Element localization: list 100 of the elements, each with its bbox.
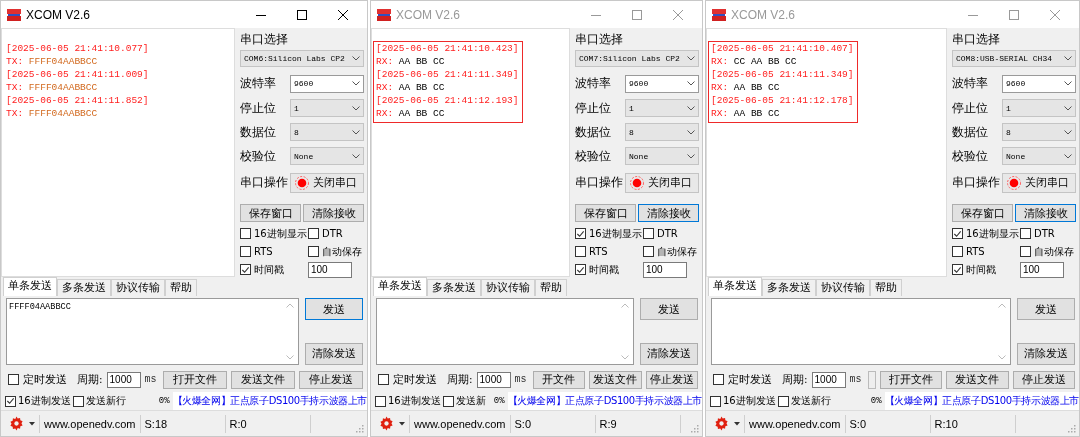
checkbox[interactable] (643, 246, 654, 257)
checkbox[interactable] (1020, 228, 1031, 239)
setting-dropdown[interactable]: 8 (1002, 123, 1076, 142)
send-button[interactable]: 发送 (640, 298, 698, 320)
checkbox[interactable] (240, 246, 251, 257)
checkbox[interactable] (575, 228, 586, 239)
checkbox[interactable] (8, 374, 19, 386)
unit-text: ms (514, 374, 527, 386)
caret-icon[interactable] (399, 421, 405, 426)
file-button[interactable]: 开文件 (532, 370, 586, 389)
checkbox[interactable] (713, 374, 724, 386)
website-link[interactable]: www.openedv.com (409, 414, 510, 433)
checkbox[interactable] (777, 395, 789, 407)
setting-dropdown[interactable]: 9600 (1002, 74, 1076, 93)
send-button[interactable]: 发送 (305, 298, 363, 320)
resize-grip-icon[interactable] (691, 424, 699, 433)
port-dropdown[interactable]: COM7:Silicon Labs CP2 (575, 50, 699, 68)
caret-icon[interactable] (734, 421, 740, 426)
file-button[interactable]: 停止发送 (645, 370, 698, 389)
checkbox[interactable] (710, 395, 721, 407)
checkbox[interactable] (952, 246, 963, 257)
setting-dropdown[interactable]: 9600 (290, 74, 364, 93)
interval-field[interactable]: 100 (1020, 261, 1064, 278)
file-button[interactable]: 发送文件 (589, 370, 642, 389)
setting-dropdown[interactable]: 9600 (625, 74, 699, 93)
tab[interactable]: 多条发送 (57, 279, 111, 296)
tab[interactable]: 单条发送 (708, 277, 762, 296)
tab[interactable]: 帮助 (870, 279, 902, 296)
caret-icon[interactable] (29, 421, 35, 426)
setting-dropdown[interactable]: 1 (1002, 99, 1076, 118)
panel-button[interactable]: 清除接收 (638, 204, 699, 222)
tab[interactable]: 单条发送 (3, 277, 57, 296)
setting-label: 数据位 (240, 124, 277, 140)
checkbox[interactable] (575, 246, 586, 257)
port-toggle-button[interactable]: 关闭串口 (625, 172, 699, 193)
interval-field[interactable]: 100 (643, 261, 687, 278)
tab[interactable]: 帮助 (535, 279, 567, 296)
website-link[interactable]: www.openedv.com (39, 414, 140, 433)
gear-icon[interactable] (9, 416, 24, 432)
setting-dropdown[interactable]: None (625, 147, 699, 166)
send-button[interactable]: 清除发送 (1017, 342, 1075, 365)
panel-button[interactable]: 保存窗口 (240, 204, 301, 222)
website-link[interactable]: www.openedv.com (744, 414, 845, 433)
tab[interactable]: 协议传输 (481, 279, 535, 296)
ad-link[interactable]: 【火爆全网】正点原子DS100手持示波器上市 (507, 392, 702, 411)
checkbox[interactable] (643, 228, 654, 239)
checkbox[interactable] (952, 264, 963, 275)
interval-field[interactable]: 100 (308, 261, 352, 278)
checkbox[interactable] (375, 395, 386, 407)
send-button[interactable]: 发送 (1017, 298, 1075, 320)
resize-grip-icon[interactable] (1068, 424, 1076, 433)
send-button[interactable]: 清除发送 (305, 342, 363, 365)
file-button[interactable]: 停止发送 (1012, 370, 1075, 389)
gear-icon[interactable] (714, 416, 729, 432)
panel-button[interactable]: 清除接收 (1015, 204, 1076, 222)
checkbox[interactable] (575, 264, 586, 275)
checkbox[interactable] (378, 374, 389, 386)
period-field[interactable]: 1000 (811, 371, 846, 388)
period-field[interactable]: 1000 (476, 371, 511, 388)
setting-dropdown[interactable]: 8 (625, 123, 699, 142)
checkbox[interactable] (240, 228, 251, 239)
tab[interactable]: 多条发送 (427, 279, 481, 296)
ad-link[interactable]: 【火爆全网】正点原子DS100手持示波器上市 (172, 392, 367, 411)
checkbox[interactable] (308, 228, 319, 239)
setting-dropdown[interactable]: None (1002, 147, 1076, 166)
port-toggle-button[interactable]: 关闭串口 (290, 172, 364, 193)
close-icon[interactable] (338, 9, 348, 20)
panel-button[interactable]: 清除接收 (303, 204, 364, 222)
tab[interactable]: 协议传输 (111, 279, 165, 296)
checkbox[interactable] (952, 228, 963, 239)
setting-dropdown[interactable]: 8 (290, 123, 364, 142)
checkbox[interactable] (72, 395, 84, 407)
resize-grip-icon[interactable] (356, 424, 364, 433)
send-button[interactable]: 清除发送 (640, 342, 698, 365)
tab[interactable]: 单条发送 (373, 277, 427, 296)
checkbox[interactable] (442, 395, 454, 407)
port-toggle-button[interactable]: 关闭串口 (1002, 172, 1076, 193)
setting-dropdown[interactable]: 1 (290, 99, 364, 118)
panel-button[interactable]: 保存窗口 (952, 204, 1013, 222)
tab[interactable]: 帮助 (165, 279, 197, 296)
setting-dropdown[interactable]: None (290, 147, 364, 166)
file-button[interactable]: 发送文件 (946, 370, 1009, 389)
file-button[interactable]: 停止发送 (298, 370, 363, 389)
checkbox[interactable] (240, 264, 251, 275)
port-dropdown[interactable]: COM8:USB-SERIAL CH34 (952, 50, 1076, 68)
tab[interactable]: 多条发送 (762, 279, 816, 296)
panel-button[interactable]: 保存窗口 (575, 204, 636, 222)
maximize-icon[interactable] (297, 9, 307, 20)
tab[interactable]: 协议传输 (816, 279, 870, 296)
file-button[interactable]: 打开文件 (879, 370, 943, 389)
checkbox[interactable] (5, 395, 16, 407)
gear-icon[interactable] (379, 416, 394, 432)
port-dropdown[interactable]: COM6:Silicon Labs CP2 (240, 50, 364, 68)
period-field[interactable]: 1000 (106, 371, 141, 388)
setting-dropdown[interactable]: 1 (625, 99, 699, 118)
checkbox[interactable] (1020, 246, 1031, 257)
checkbox[interactable] (308, 246, 319, 257)
file-button[interactable]: 发送文件 (230, 370, 295, 389)
file-button[interactable]: 打开文件 (162, 370, 227, 389)
ad-link[interactable]: 【火爆全网】正点原子DS100手持示波器上市 (884, 392, 1079, 411)
